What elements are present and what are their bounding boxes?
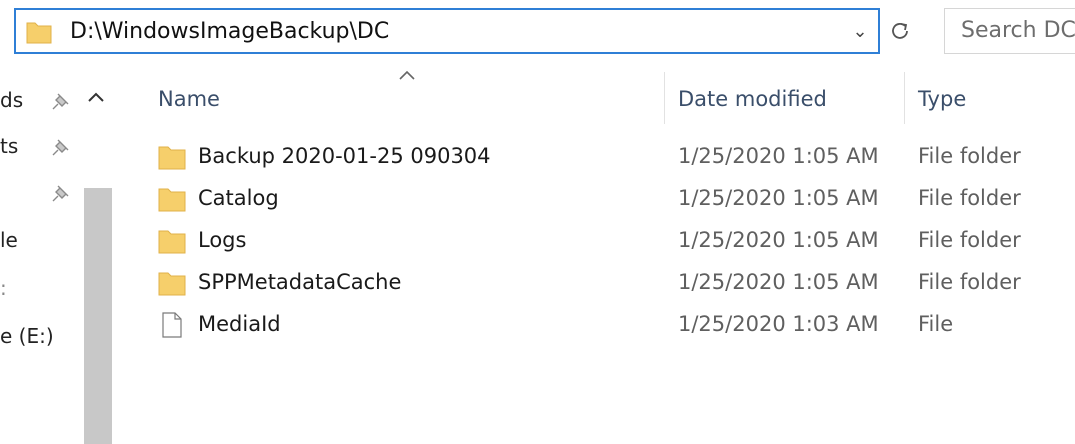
column-divider[interactable] <box>664 72 665 124</box>
folder-icon <box>26 22 52 44</box>
file-type: File folder <box>918 186 1021 210</box>
folder-icon <box>158 188 186 212</box>
file-name: SPPMetadataCache <box>198 270 402 294</box>
scrollbar-thumb[interactable] <box>84 188 112 444</box>
nav-item[interactable]: ts <box>0 134 18 158</box>
chevron-down-icon[interactable]: ⌄ <box>846 18 874 46</box>
search-placeholder: Search DC <box>961 18 1075 43</box>
folder-icon <box>158 230 186 254</box>
pin-icon[interactable] <box>50 136 72 158</box>
file-date-modified: 1/25/2020 1:05 AM <box>678 144 879 168</box>
pin-icon[interactable] <box>50 182 72 204</box>
file-name: Backup 2020-01-25 090304 <box>198 144 491 168</box>
file-date-modified: 1/25/2020 1:05 AM <box>678 270 879 294</box>
folder-icon <box>158 146 186 170</box>
file-row[interactable]: MediaId 1/25/2020 1:03 AM File <box>130 304 1070 346</box>
column-header-date-modified[interactable]: Date modified <box>678 84 827 114</box>
column-header-name[interactable]: Name <box>158 84 220 114</box>
file-row[interactable]: Backup 2020-01-25 090304 1/25/2020 1:05 … <box>130 136 1070 178</box>
file-name: Logs <box>198 228 247 252</box>
nav-item[interactable]: le <box>0 228 18 252</box>
file-name: MediaId <box>198 312 281 336</box>
navigation-pane[interactable]: ds ts le : e (E:) <box>0 62 116 444</box>
file-icon <box>162 312 182 338</box>
file-type: File folder <box>918 144 1021 168</box>
nav-item[interactable]: e (E:) <box>0 324 54 348</box>
file-date-modified: 1/25/2020 1:05 AM <box>678 186 879 210</box>
search-input[interactable]: Search DC <box>944 8 1075 54</box>
file-type: File <box>918 312 954 336</box>
file-row[interactable]: Logs 1/25/2020 1:05 AM File folder <box>130 220 1070 262</box>
file-date-modified: 1/25/2020 1:05 AM <box>678 228 879 252</box>
folder-icon <box>158 272 186 296</box>
address-path[interactable]: D:\WindowsImageBackup\DC <box>70 18 389 46</box>
column-header-type[interactable]: Type <box>918 84 966 114</box>
column-divider[interactable] <box>904 72 905 124</box>
file-name: Catalog <box>198 186 279 210</box>
file-type: File folder <box>918 228 1021 252</box>
file-row[interactable]: Catalog 1/25/2020 1:05 AM File folder <box>130 178 1070 220</box>
refresh-button[interactable] <box>884 12 916 50</box>
sort-ascending-icon <box>399 70 415 80</box>
nav-item[interactable]: : <box>0 276 7 300</box>
chevron-up-icon[interactable] <box>86 90 106 104</box>
refresh-icon <box>892 23 908 39</box>
address-bar[interactable]: D:\WindowsImageBackup\DC ⌄ <box>14 8 880 54</box>
file-type: File folder <box>918 270 1021 294</box>
nav-item[interactable]: ds <box>0 88 23 112</box>
file-date-modified: 1/25/2020 1:03 AM <box>678 312 879 336</box>
pin-icon[interactable] <box>50 90 72 112</box>
file-row[interactable]: SPPMetadataCache 1/25/2020 1:05 AM File … <box>130 262 1070 304</box>
